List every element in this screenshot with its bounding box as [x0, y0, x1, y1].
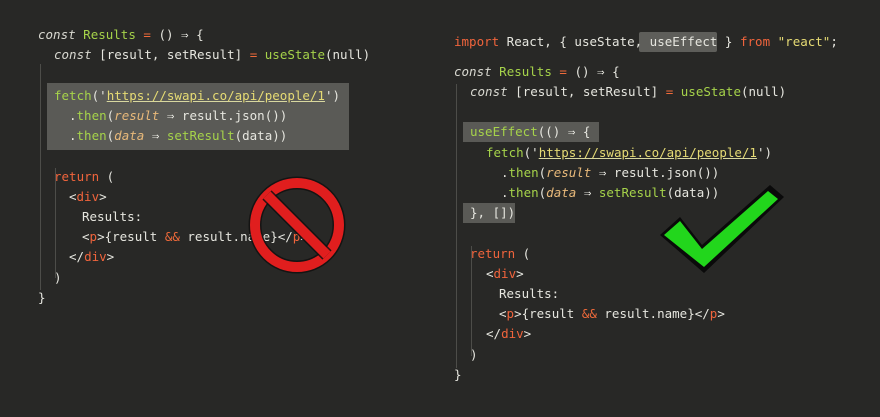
code-then-line-1: .then(result ⇒ result.json())	[69, 108, 288, 123]
prohibited-icon	[248, 176, 346, 274]
indent-guide	[456, 84, 457, 368]
code-return-line: return (	[54, 169, 115, 184]
code-fetch-line: fetch('https://swapi.co/api/people/1')	[54, 88, 341, 103]
code-line-2: const [result, setResult] = useState(nul…	[54, 47, 371, 62]
code-paren-close: )	[54, 270, 62, 285]
right-code-panel: import React, { useState, useEffect } fr…	[440, 0, 880, 417]
code-fetch-line: fetch('https://swapi.co/api/people/1')	[486, 145, 773, 160]
code-brace-close: }	[38, 290, 46, 305]
indent-guide	[40, 64, 41, 290]
code-paren-close: )	[470, 347, 478, 362]
code-line-1: const Results = () ⇒ {	[38, 27, 204, 42]
code-useeffect-close: }, [])	[470, 205, 516, 220]
code-line-1: const Results = () ⇒ {	[454, 64, 620, 79]
code-results-text: Results:	[82, 209, 143, 224]
code-div-close: </div>	[486, 326, 532, 341]
code-line-2: const [result, setResult] = useState(nul…	[470, 84, 787, 99]
code-then-line-2: .then(data ⇒ setResult(data))	[69, 128, 288, 143]
code-div-close: </div>	[69, 249, 115, 264]
code-div-open: <div>	[486, 266, 524, 281]
checkmark-icon	[660, 185, 784, 273]
code-return-line: return (	[470, 246, 531, 261]
code-then-line-1: .then(result ⇒ result.json())	[501, 165, 720, 180]
code-div-open: <div>	[69, 189, 107, 204]
code-results-text: Results:	[499, 286, 560, 301]
code-brace-close: }	[454, 367, 462, 382]
code-import-line: import React, { useState, useEffect } fr…	[454, 34, 838, 49]
code-useeffect-line: useEffect(() ⇒ {	[470, 124, 591, 139]
left-code-panel: const Results = () ⇒ { const [result, se…	[0, 0, 440, 417]
code-p-line: <p>{result && result.name}</p>	[499, 306, 725, 321]
